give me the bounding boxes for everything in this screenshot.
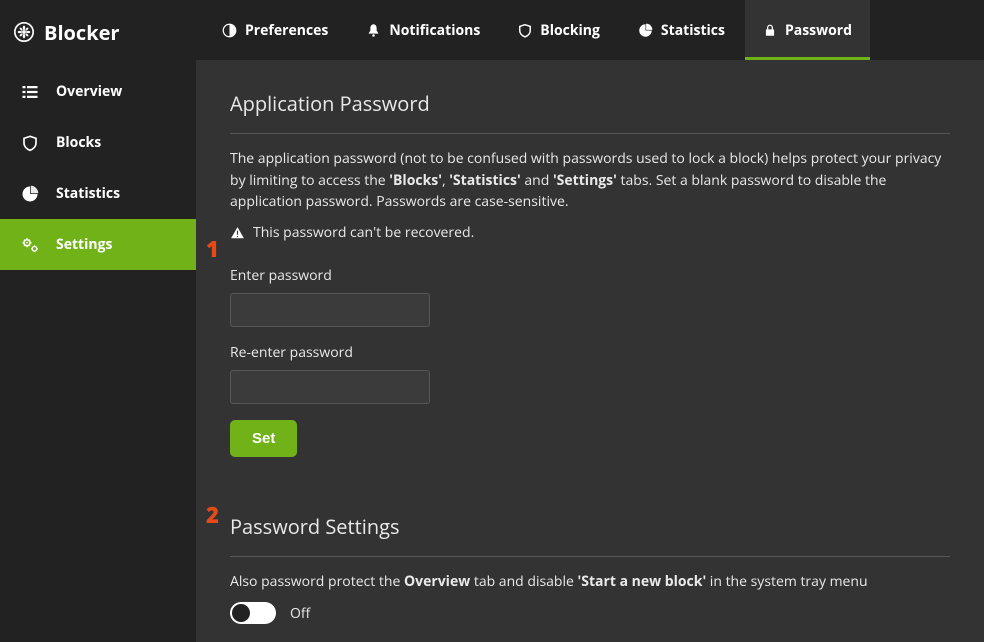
tab-label: Notifications [389, 21, 480, 40]
protect-overview-toggle[interactable] [230, 602, 276, 624]
divider [230, 133, 950, 134]
warning-text: This password can't be recovered. [253, 223, 474, 242]
sidebar-item-label: Settings [56, 235, 112, 254]
pie-chart-icon [20, 185, 40, 203]
sidebar-item-label: Statistics [56, 184, 120, 203]
text: tab and disable [470, 572, 577, 591]
app-logo-icon [14, 18, 34, 46]
lock-icon [763, 23, 777, 38]
content-pane: 1 2 Application Password The application… [196, 60, 984, 642]
text: in the system tray menu [706, 572, 867, 591]
tab-statistics[interactable]: Statistics [620, 0, 743, 60]
text: Also password protect the [230, 572, 404, 591]
warning-icon [230, 226, 245, 240]
tab-notifications[interactable]: Notifications [348, 0, 498, 60]
shield-icon [20, 134, 40, 152]
password-settings-section: Password Settings Also password protect … [230, 513, 950, 624]
divider [230, 556, 950, 557]
gears-icon [20, 236, 40, 254]
enter-password-input[interactable] [230, 293, 430, 327]
annotation-marker-1: 1 [206, 234, 219, 264]
protect-overview-description: Also password protect the Overview tab a… [230, 571, 950, 592]
sidebar-item-label: Blocks [56, 133, 101, 152]
tab-label: Blocking [540, 21, 600, 40]
tab-bar: Preferences Notifications Blocking Stati… [196, 0, 984, 60]
text-bold: 'Blocks' [389, 171, 442, 190]
tab-label: Preferences [245, 21, 328, 40]
app-logo-row: Blocker [0, 0, 196, 66]
reenter-password-label: Re-enter password [230, 343, 950, 362]
sidebar-item-statistics[interactable]: Statistics [0, 168, 196, 219]
text-bold: 'Statistics' [449, 171, 521, 190]
reenter-password-input[interactable] [230, 370, 430, 404]
tab-password[interactable]: Password [745, 0, 870, 60]
pie-chart-icon [638, 23, 653, 38]
section-title-password: Application Password [230, 90, 950, 117]
sidebar: Blocker Overview Blocks Statistics Setti [0, 0, 196, 642]
set-button[interactable]: Set [230, 420, 297, 457]
app-title: Blocker [44, 19, 120, 46]
text-bold: 'Settings' [553, 171, 617, 190]
annotation-marker-2: 2 [206, 500, 219, 530]
text-bold: 'Start a new block' [578, 572, 707, 591]
section-title-settings: Password Settings [230, 513, 950, 540]
list-icon [20, 83, 40, 101]
sidebar-item-overview[interactable]: Overview [0, 66, 196, 117]
contrast-icon [222, 23, 237, 38]
sidebar-item-blocks[interactable]: Blocks [0, 117, 196, 168]
toggle-state-label: Off [290, 604, 310, 623]
tab-label: Statistics [661, 21, 725, 40]
text: and [521, 171, 553, 190]
warning-row: This password can't be recovered. [230, 223, 950, 242]
toggle-knob [232, 604, 250, 622]
password-description: The application password (not to be conf… [230, 148, 950, 213]
tab-blocking[interactable]: Blocking [500, 0, 618, 60]
bell-icon [366, 23, 381, 38]
enter-password-label: Enter password [230, 266, 950, 285]
tab-label: Password [785, 21, 852, 40]
shield-icon [518, 23, 532, 38]
toggle-row: Off [230, 602, 950, 624]
main-area: Preferences Notifications Blocking Stati… [196, 0, 984, 642]
sidebar-item-settings[interactable]: Settings [0, 219, 196, 270]
sidebar-item-label: Overview [56, 82, 122, 101]
tab-preferences[interactable]: Preferences [204, 0, 346, 60]
text-bold: Overview [404, 572, 470, 591]
app-root: Blocker Overview Blocks Statistics Setti [0, 0, 984, 642]
